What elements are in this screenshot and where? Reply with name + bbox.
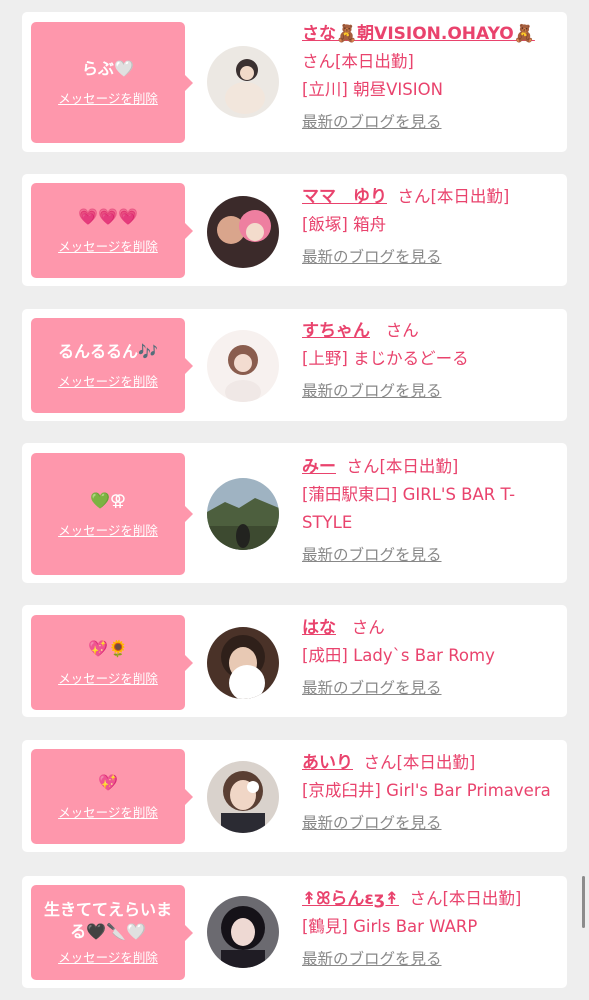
delete-message-link[interactable]: メッセージを削除 (58, 947, 158, 966)
cast-suffix: さん (351, 618, 385, 637)
cast-name-link[interactable]: はな (302, 618, 336, 638)
cast-info: あいり さん[本日出勤] [京成臼井] Girl's Bar Primavera… (302, 749, 559, 833)
cast-info: ママ ゆり さん[本日出勤] [飯塚] 箱舟 最新のブログを見る (302, 183, 559, 267)
message-bubble: 生きててえらいまる🖤🔪🤍 メッセージを削除 (31, 885, 193, 980)
cast-avatar[interactable] (207, 627, 279, 699)
latest-blog-link[interactable]: 最新のブログを見る (302, 110, 442, 132)
cast-name-link[interactable]: ママ ゆり (302, 187, 387, 207)
message-bubble: 💖 メッセージを削除 (31, 749, 193, 844)
cast-avatar[interactable] (207, 896, 279, 968)
message-text: 💖🌻 (88, 639, 128, 658)
message-card: 生きててえらいまる🖤🔪🤍 メッセージを削除 ↟ꕤらんεʒ↟ さん[本日出勤] [… (22, 876, 567, 988)
message-text: 💚⚢ (90, 490, 126, 510)
cast-info: はな さん [成田] Lady`s Bar Romy 最新のブログを見る (302, 614, 559, 698)
latest-blog-link[interactable]: 最新のブログを見る (302, 245, 442, 267)
cast-avatar[interactable] (207, 478, 279, 550)
cast-name-link[interactable]: あいり (302, 753, 353, 773)
cast-avatar[interactable] (207, 46, 279, 118)
message-card: 💖 メッセージを削除 あいり さん[本日出勤] [京成臼井] Girl's Ba… (22, 740, 567, 852)
cast-info: さな🧸朝VISION.OHAYO🧸 さん[本日出勤] [立川] 朝昼VISION… (302, 20, 559, 132)
message-card: るんるるん🎶 メッセージを削除 すちゃん さん [上野] まじかるどーる 最新の… (22, 309, 567, 421)
delete-message-link[interactable]: メッセージを削除 (58, 802, 158, 821)
cast-name-link[interactable]: すちゃん (302, 321, 370, 341)
cast-info: みー さん[本日出勤] [蒲田駅東口] GIRL'S BAR T-STYLE 最… (302, 453, 559, 565)
cast-avatar[interactable] (207, 761, 279, 833)
cast-info: ↟ꕤらんεʒ↟ さん[本日出勤] [鶴見] Girls Bar WARP 最新の… (302, 885, 559, 969)
delete-message-link[interactable]: メッセージを削除 (58, 520, 158, 539)
shop-label: [蒲田駅東口] GIRL'S BAR T-STYLE (302, 485, 516, 532)
delete-message-link[interactable]: メッセージを削除 (58, 668, 158, 687)
message-bubble: るんるるん🎶 メッセージを削除 (31, 318, 193, 413)
cast-suffix: さん[本日出勤] (363, 753, 476, 772)
message-card: 💗💗💗 メッセージを削除 ママ ゆり さん[本日出勤] [飯塚] 箱舟 最新のブ… (22, 174, 567, 286)
message-bubble: らぶ🤍 メッセージを削除 (31, 22, 193, 143)
shop-label: [成田] Lady`s Bar Romy (302, 646, 495, 665)
cast-suffix: さん[本日出勤] (346, 457, 459, 476)
message-bubble: 💗💗💗 メッセージを削除 (31, 183, 193, 278)
delete-message-link[interactable]: メッセージを削除 (58, 236, 158, 255)
latest-blog-link[interactable]: 最新のブログを見る (302, 811, 442, 833)
cast-avatar[interactable] (207, 330, 279, 402)
shop-label: [立川] 朝昼VISION (302, 80, 443, 99)
shop-label: [京成臼井] Girl's Bar Primavera (302, 781, 551, 800)
message-text: 生きててえらいまる🖤🔪🤍 (43, 900, 172, 941)
cast-name-link[interactable]: ↟ꕤらんεʒ↟ (302, 889, 399, 909)
cast-suffix: さん[本日出勤] (302, 52, 414, 71)
message-card: 💚⚢ メッセージを削除 みー さん[本日出勤] [蒲田駅東口] GIRL'S B… (22, 443, 567, 583)
message-bubble: 💚⚢ メッセージを削除 (31, 453, 193, 575)
message-text: 💗💗💗 (78, 207, 138, 226)
delete-message-link[interactable]: メッセージを削除 (58, 88, 158, 107)
latest-blog-link[interactable]: 最新のブログを見る (302, 379, 442, 401)
cast-info: すちゃん さん [上野] まじかるどーる 最新のブログを見る (302, 317, 559, 401)
cast-name-link[interactable]: みー (302, 457, 336, 477)
scrollbar[interactable] (582, 876, 585, 928)
cast-suffix: さん[本日出勤] (397, 187, 510, 206)
message-text: らぶ🤍 (82, 59, 134, 78)
cast-suffix: さん[本日出勤] (409, 889, 522, 908)
message-text: 💖 (98, 773, 118, 792)
latest-blog-link[interactable]: 最新のブログを見る (302, 676, 442, 698)
shop-label: [飯塚] 箱舟 (302, 215, 387, 234)
shop-label: [鶴見] Girls Bar WARP (302, 917, 478, 936)
latest-blog-link[interactable]: 最新のブログを見る (302, 543, 442, 565)
message-card: 💖🌻 メッセージを削除 はな さん [成田] Lady`s Bar Romy 最… (22, 605, 567, 717)
latest-blog-link[interactable]: 最新のブログを見る (302, 947, 442, 969)
cast-suffix: さん (385, 321, 419, 340)
delete-message-link[interactable]: メッセージを削除 (58, 371, 158, 390)
cast-avatar[interactable] (207, 196, 279, 268)
shop-label: [上野] まじかるどーる (302, 349, 469, 368)
cast-name-link[interactable]: さな🧸朝VISION.OHAYO🧸 (302, 24, 535, 44)
message-card: らぶ🤍 メッセージを削除 さな🧸朝VISION.OHAYO🧸 さん[本日出勤] … (22, 12, 567, 152)
message-bubble: 💖🌻 メッセージを削除 (31, 615, 193, 710)
message-text: るんるるん🎶 (58, 342, 158, 361)
